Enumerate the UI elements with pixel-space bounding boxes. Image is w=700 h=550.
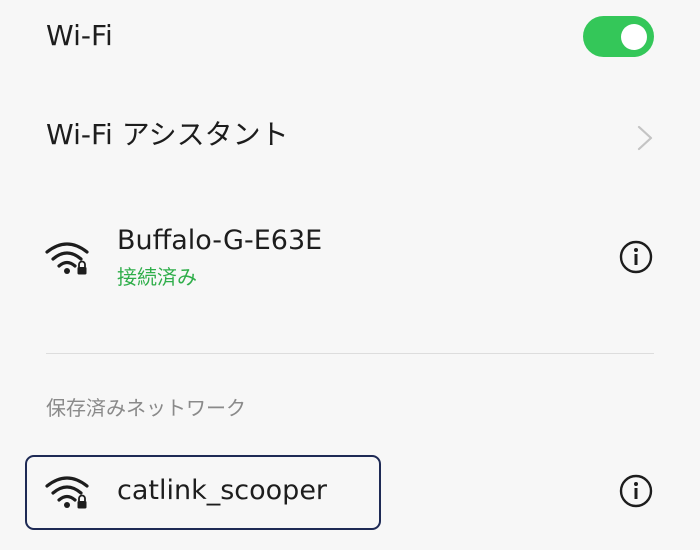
connected-status-label: 接続済み [117,265,197,289]
wifi-toggle-row[interactable]: Wi-Fi [0,0,700,78]
connected-network-ssid: Buffalo-G-E63E [117,225,323,256]
wifi-settings-screen: Wi-Fi Wi-Fi アシスタント Buffalo-G-E63E 接続済み 保… [0,0,700,550]
wifi-locked-icon [45,242,89,275]
saved-networks-header: 保存済みネットワーク [46,396,246,420]
wifi-assistant-row[interactable]: Wi-Fi アシスタント [0,100,700,180]
saved-network-ssid: catlink_scooper [117,475,328,506]
section-divider [46,353,654,354]
wifi-toggle-switch[interactable] [583,16,654,57]
chevron-right-icon [637,125,653,151]
info-icon[interactable] [619,474,653,508]
wifi-assistant-label: Wi-Fi アシスタント [46,118,289,151]
saved-network-row[interactable]: catlink_scooper [0,455,700,535]
wifi-label: Wi-Fi [46,19,113,52]
wifi-locked-icon [45,476,89,509]
info-icon[interactable] [619,240,653,274]
toggle-knob [621,24,647,50]
connected-network-row[interactable]: Buffalo-G-E63E 接続済み [0,210,700,310]
